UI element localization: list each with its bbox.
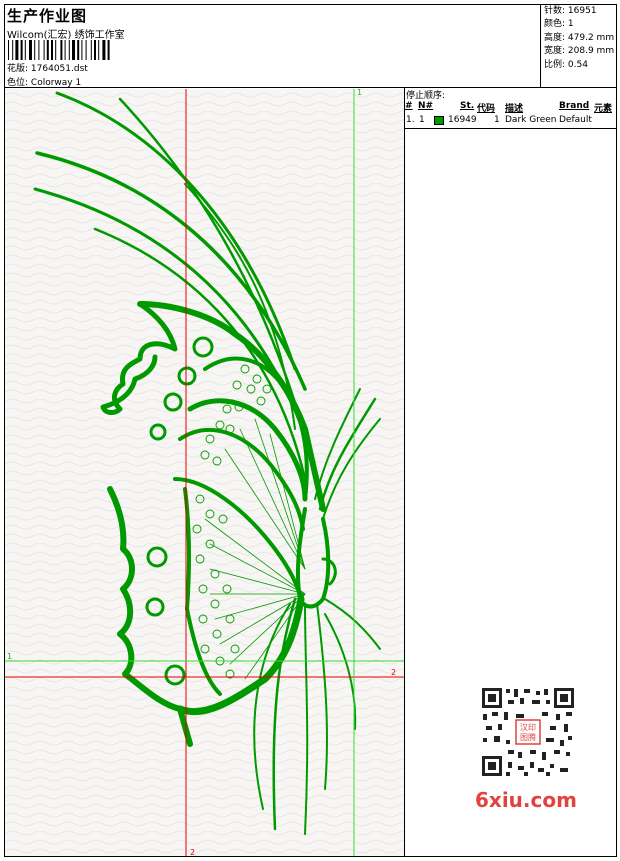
butterfly-embroidery: 1 1 2 2 <box>5 89 404 856</box>
qr-code: 汉印 图腾 <box>480 686 576 778</box>
colorway-name: Colorway 1 <box>30 78 82 88</box>
col-code: 代码 <box>477 104 496 114</box>
col-description: 描述 <box>505 104 524 114</box>
page-title: 生产作业图 <box>7 7 88 25</box>
fabric-texture <box>5 89 404 856</box>
design-canvas: 1 1 2 2 <box>5 89 404 856</box>
row-brand: Default <box>559 115 592 125</box>
stop-table-header: # N# St. 代码 描述 Brand 元素 <box>405 100 616 114</box>
row-index: 1. <box>406 115 415 125</box>
row-needle: 1 <box>419 115 425 125</box>
qr-stamp-text-top: 汉印 <box>520 723 536 732</box>
row-code: 16949 <box>448 115 477 125</box>
design-file-label: 花版: <box>7 64 29 74</box>
guide-label-left: 1 <box>7 652 12 661</box>
design-stats: 针数: 16951 颜色: 1 高度: 479.2 mm 宽度: 208.9 m… <box>540 4 617 88</box>
stop-row: 1. 1 16949 1 Dark Green Default <box>405 114 616 128</box>
row-stitches: 1 <box>494 115 500 125</box>
stat-width: 宽度: 208.9 mm <box>544 46 615 57</box>
stat-height: 高度: 479.2 mm <box>544 32 615 43</box>
studio-name: Wilcom(汇宏) 绣饰工作室 <box>7 30 125 41</box>
watermark: 汉印 图腾 6xiu.com <box>470 680 588 815</box>
thread-color-swatch <box>434 116 444 125</box>
design-file-line: 花版: 1764051.dst <box>7 61 88 74</box>
colorway-line: 色位: Colorway 1 <box>7 75 81 88</box>
col-needle: N# <box>418 101 434 111</box>
table-divider <box>405 128 616 129</box>
stat-stitches: 针数: 16951 <box>544 6 597 16</box>
barcode <box>8 40 110 60</box>
col-index: # <box>405 101 413 111</box>
watermark-brand: 6xiu.com <box>475 788 577 812</box>
row-description: Dark Green <box>505 115 557 125</box>
col-stitches: St. <box>460 101 475 111</box>
stat-scale: 比例: 0.54 <box>544 59 588 70</box>
worksheet-header: 生产作业图 Wilcom(汇宏) 绣饰工作室 花版: 1764051.dst 色… <box>4 4 617 88</box>
col-brand: Brand <box>559 101 590 111</box>
stat-colors: 颜色: 1 <box>544 19 574 30</box>
guide-label-right: 2 <box>391 668 396 677</box>
guide-label-bottom: 2 <box>190 848 195 856</box>
guide-label-top: 1 <box>357 89 362 97</box>
colorway-label: 色位: <box>7 78 29 88</box>
qr-stamp-text-bottom: 图腾 <box>520 732 536 742</box>
design-file-name: 1764051.dst <box>30 64 88 74</box>
col-element: 元素 <box>594 104 613 114</box>
